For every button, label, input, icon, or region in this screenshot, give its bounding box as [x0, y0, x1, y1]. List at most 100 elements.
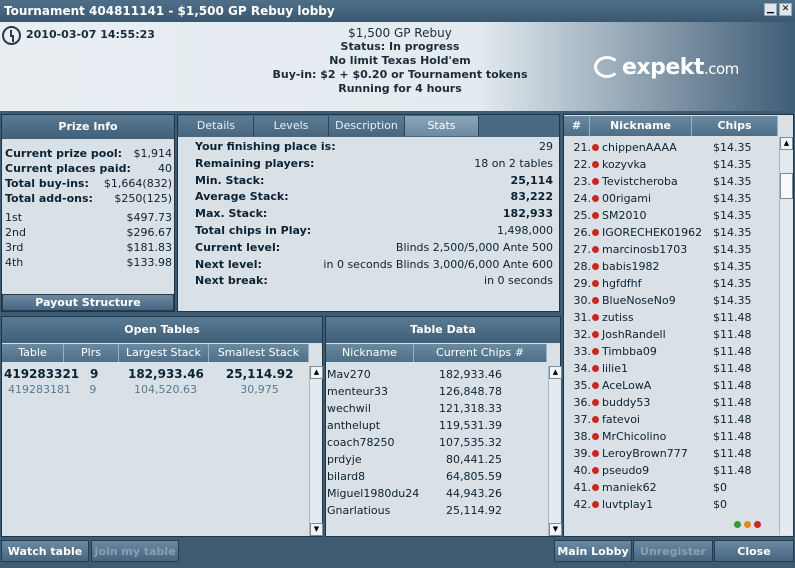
unregister-button[interactable]: Unregister	[633, 540, 713, 562]
players-col-nickname[interactable]: Nickname	[590, 116, 692, 136]
clock-icon	[2, 26, 21, 45]
player-row[interactable]: 39. LeroyBrown777 $11.48	[565, 445, 778, 462]
players-col-rank[interactable]: #	[564, 116, 590, 136]
player-row[interactable]: 29. hgfdfhf $14.35	[565, 275, 778, 292]
table-data-row[interactable]: Mav270 182,933.46	[327, 366, 547, 383]
table-row[interactable]: 419283181 9 104,520.63 30,975	[2, 382, 309, 398]
table-row[interactable]: 419283321 9 182,933.46 25,114.92	[2, 366, 309, 382]
player-row[interactable]: 25. SM2010 $14.35	[565, 207, 778, 224]
player-row[interactable]: 24. 00rigami $14.35	[565, 190, 778, 207]
player-row[interactable]: 23. Tevistcheroba $14.35	[565, 173, 778, 190]
col-smallest-stack[interactable]: Smallest Stack	[209, 344, 309, 362]
player-nickname-cell: pseudo9	[592, 462, 713, 479]
player-row[interactable]: 31. zutiss $11.48	[565, 309, 778, 326]
seat-nickname: Mav270	[327, 368, 371, 381]
close-button[interactable]: Close	[714, 540, 794, 562]
col-largest-stack[interactable]: Largest Stack	[119, 344, 209, 362]
player-nickname: marcinosb1703	[602, 243, 688, 256]
stat-row: Min. Stack: 25,114	[180, 173, 557, 190]
player-nickname: Timbba09	[602, 345, 657, 358]
player-chips: $14.35	[713, 158, 752, 171]
player-rank: 33.	[573, 345, 592, 358]
player-row[interactable]: 35. AceLowA $11.48	[565, 377, 778, 394]
table-data-scrollbar[interactable]: ▲ ▼	[548, 366, 562, 536]
table-data-row[interactable]: Miguel1980du24 44,943.26	[327, 485, 547, 502]
player-row[interactable]: 38. MrChicolino $11.48	[565, 428, 778, 445]
player-nickname-cell: kozyvka	[592, 156, 713, 173]
col-nickname[interactable]: Nickname	[326, 344, 414, 362]
player-row[interactable]: 27. marcinosb1703 $14.35	[565, 241, 778, 258]
table-data-row[interactable]: menteur33 126,848.78	[327, 383, 547, 400]
player-row[interactable]: 34. lilie1 $11.48	[565, 360, 778, 377]
place-amount: $133.98	[126, 256, 173, 269]
col-table[interactable]: Table	[2, 344, 64, 362]
player-rank: 29.	[573, 277, 592, 290]
table-data-row[interactable]: coach78250 107,535.32	[327, 434, 547, 451]
stats-list: Your finishing place is: 29 Remaining play…	[180, 139, 557, 290]
player-row[interactable]: 37. fatevoi $11.48	[565, 411, 778, 428]
table-data-row[interactable]: wechwil 121,318.33	[327, 400, 547, 417]
tab-levels[interactable]: Levels	[254, 116, 329, 136]
player-rank: 22.	[573, 158, 592, 171]
stat-label: Remaining players:	[195, 156, 315, 170]
player-row[interactable]: 33. Timbba09 $11.48	[565, 343, 778, 360]
col-players[interactable]: Plrs	[64, 344, 119, 362]
player-row[interactable]: 41. maniek62 $0	[565, 479, 778, 496]
player-chips: $0	[713, 481, 727, 494]
player-nickname-cell: BlueNoseNo9	[592, 292, 713, 309]
close-window-icon[interactable]: ✕	[779, 3, 792, 16]
player-nickname: MrChicolino	[602, 430, 667, 443]
watch-table-button[interactable]: Watch table	[1, 540, 89, 562]
player-row[interactable]: 32. JoshRandell $11.48	[565, 326, 778, 343]
player-chips: $14.35	[713, 260, 752, 273]
player-nickname-cell: MrChicolino	[592, 428, 713, 445]
player-nickname-cell: babis1982	[592, 258, 713, 275]
player-row[interactable]: 30. BlueNoseNo9 $14.35	[565, 292, 778, 309]
payout-structure-button[interactable]: Payout Structure	[2, 294, 174, 311]
player-rank: 37.	[573, 413, 592, 426]
tournament-name: $1,500 GP Rebuy	[348, 26, 452, 40]
table-id: 419283321	[4, 367, 80, 381]
open-tables-scrollbar[interactable]: ▲ ▼	[309, 366, 323, 536]
player-row[interactable]: 21. chippenAAAA $14.35	[565, 139, 778, 156]
player-status-icon	[592, 467, 599, 474]
scroll-thumb[interactable]	[780, 173, 793, 199]
tab-description[interactable]: Description	[329, 116, 405, 136]
game-type: No limit Texas Hold'em	[329, 54, 471, 67]
main-lobby-button[interactable]: Main Lobby	[554, 540, 632, 562]
scroll-down-icon[interactable]: ▼	[549, 523, 562, 536]
player-row[interactable]: 36. buddy53 $11.48	[565, 394, 778, 411]
tab-details[interactable]: Details	[179, 116, 254, 136]
stat-value: 18 on 2 tables	[474, 156, 553, 170]
table-data-row[interactable]: anthelupt 119,531.39	[327, 417, 547, 434]
player-rank: 41.	[573, 481, 592, 494]
seat-chips: 107,535.32	[439, 436, 502, 449]
player-chips: $11.48	[713, 464, 752, 477]
place-amount: $497.73	[126, 211, 173, 224]
table-data-row[interactable]: bilard8 64,805.59	[327, 468, 547, 485]
tab-stats[interactable]: Stats	[405, 116, 479, 136]
table-largest: 182,933.46	[127, 367, 204, 381]
player-rank: 26.	[573, 226, 592, 239]
join-my-table-button[interactable]: Join my table	[91, 540, 179, 562]
col-current-chips[interactable]: Current Chips #	[414, 344, 547, 362]
seat-chips: 44,943.26	[446, 487, 502, 500]
player-row[interactable]: 40. pseudo9 $11.48	[565, 462, 778, 479]
table-data-row[interactable]: prdyje 80,441.25	[327, 451, 547, 468]
player-nickname-cell: LeroyBrown777	[592, 445, 713, 462]
minimize-icon[interactable]: ▁	[764, 3, 777, 16]
player-row[interactable]: 26. IGORECHEK01962 $14.35	[565, 224, 778, 241]
players-scrollbar[interactable]: ▲	[779, 137, 793, 535]
scroll-up-icon[interactable]: ▲	[780, 137, 793, 150]
player-row[interactable]: 42. luvtplay1 $0	[565, 496, 778, 513]
player-nickname-cell: zutiss	[592, 309, 713, 326]
scroll-up-icon[interactable]: ▲	[310, 366, 323, 379]
player-row[interactable]: 28. babis1982 $14.35	[565, 258, 778, 275]
scroll-up-icon[interactable]: ▲	[549, 366, 562, 379]
players-col-chips[interactable]: Chips	[692, 116, 778, 136]
player-row[interactable]: 22. kozyvka $14.35	[565, 156, 778, 173]
table-data-row[interactable]: Gnarlatious 25,114.92	[327, 502, 547, 519]
scroll-down-icon[interactable]: ▼	[310, 523, 323, 536]
stat-row: Total chips in Play: 1,498,000	[180, 223, 557, 240]
player-nickname-cell: 00rigami	[592, 190, 713, 207]
